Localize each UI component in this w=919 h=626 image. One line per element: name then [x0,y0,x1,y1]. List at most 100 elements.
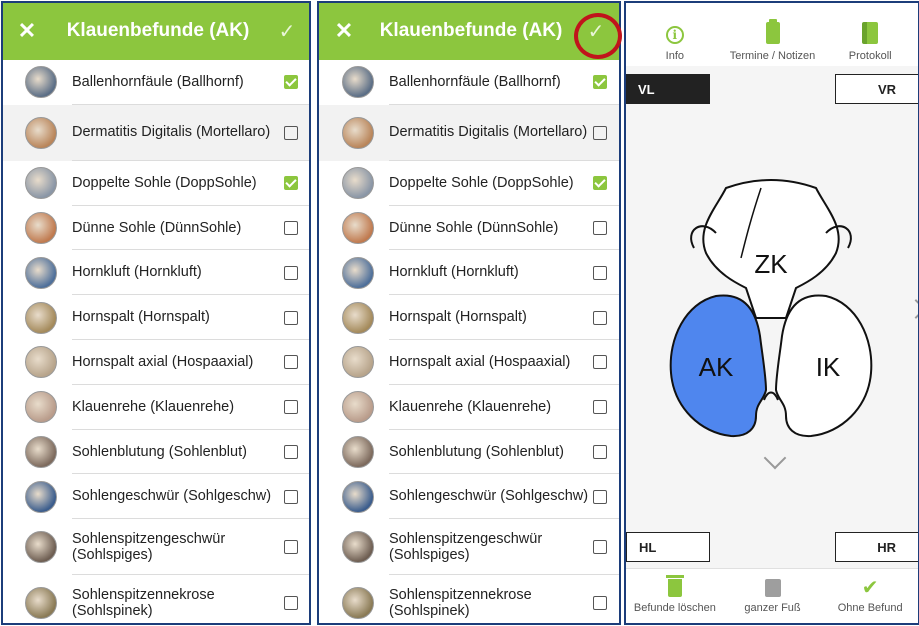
list-item[interactable]: Dermatitis Digitalis (Mortellaro) [319,104,619,161]
finding-checkbox[interactable] [284,540,298,555]
list-item[interactable]: Hornspalt (Hornspalt) [319,295,619,340]
findings-list: Ballenhornfäule (Ballhornf) Dermatitis Di… [2,60,310,624]
finding-label: Doppelte Sohle (DoppSohle) [389,174,574,191]
list-item[interactable]: Sohlenspitzennekrose (Sohlspinek) [319,575,619,624]
list-item[interactable]: Klauenrehe (Klauenrehe) [2,385,310,430]
finding-thumbnail [342,116,374,149]
zone-label-ik: IK [816,352,841,382]
chevron-right-icon[interactable] [906,299,919,319]
list-item[interactable]: Sohlenblutung (Sohlenblut) [2,430,310,475]
confirm-check-icon[interactable]: ✓ [573,19,619,44]
hoof-canvas: VL VR ZK AK IK HL HR [626,66,919,568]
list-item[interactable]: Sohlenspitzengeschwür (Sohlspiges) [2,519,310,576]
close-icon[interactable]: ✕ [319,18,369,44]
tab-label: Termine / Notizen [729,50,816,62]
finding-checkbox[interactable] [284,355,298,370]
finding-label: Hornkluft (Hornkluft) [389,264,519,281]
finding-thumbnail [25,116,57,149]
finding-checkbox[interactable] [284,489,298,504]
finding-checkbox[interactable] [593,75,607,90]
finding-label: Dermatitis Digitalis (Mortellaro) [72,124,271,141]
info-icon: i [665,26,684,44]
findings-screen-1: ✕ Klauenbefunde (AK) ✓ Ballenhornfäule (… [2,2,310,624]
finding-checkbox[interactable] [284,220,298,235]
finding-checkbox[interactable] [593,355,607,370]
whole-foot-button[interactable]: ganzer Fuß [724,569,822,624]
finding-thumbnail [342,435,374,468]
list-item[interactable]: Ballenhornfäule (Ballhornf) [319,60,619,105]
finding-checkbox[interactable] [593,220,607,235]
finding-checkbox[interactable] [593,596,607,611]
top-tabs: i Info Termine / Notizen Protokoll [626,2,919,66]
tab-label: Protokoll [848,50,892,62]
zone-label-zk: ZK [754,249,788,279]
list-item[interactable]: Sohlenblutung (Sohlenblut) [319,430,619,475]
finding-checkbox[interactable] [593,400,607,415]
finding-label: Sohlenspitzennekrose (Sohlspinek) [389,586,532,620]
list-item[interactable]: Dünne Sohle (DünnSohle) [2,206,310,251]
finding-label: Sohlenspitzengeschwür (Sohlspiges) [389,530,543,564]
tab-protocol[interactable]: Protokoll [821,2,919,66]
finding-label: Ballenhornfäule (Ballhornf) [389,74,561,91]
list-item[interactable]: Sohlenspitzengeschwür (Sohlspiges) [319,519,619,576]
list-item[interactable]: Doppelte Sohle (DoppSohle) [319,161,619,206]
finding-checkbox[interactable] [284,310,298,325]
finding-checkbox[interactable] [593,540,607,555]
finding-label: Sohlenspitzennekrose (Sohlspinek) [72,586,215,620]
finding-checkbox[interactable] [284,400,298,415]
finding-label: Hornspalt (Hornspalt) [389,309,527,326]
finding-checkbox[interactable] [284,596,298,611]
finding-checkbox[interactable] [593,176,607,191]
finding-checkbox[interactable] [593,444,607,459]
list-item[interactable]: Sohlenspitzennekrose (Sohlspinek) [2,575,310,624]
close-icon[interactable]: ✕ [2,18,52,44]
list-item[interactable]: Hornkluft (Hornkluft) [2,250,310,296]
finding-label: Sohlengeschwür (Sohlgeschw) [72,488,272,505]
tab-info[interactable]: i Info [626,2,724,66]
list-item[interactable]: Sohlengeschwür (Sohlgeschw) [319,474,619,520]
list-item[interactable]: Hornspalt (Hornspalt) [2,295,310,340]
corner-hr-button[interactable]: HR [835,532,919,562]
confirm-check-icon[interactable]: ✓ [264,19,310,44]
list-item[interactable]: Hornspalt axial (Hospaaxial) [2,340,310,385]
list-item[interactable]: Sohlengeschwür (Sohlgeschw) [2,474,310,520]
double-check-icon: ✔ [861,577,879,599]
finding-checkbox[interactable] [593,125,607,140]
corner-hl-button[interactable]: HL [626,532,710,562]
hoof-diagram-screen: i Info Termine / Notizen Protokoll VL VR… [626,2,919,624]
finding-thumbnail [342,480,374,513]
finding-checkbox[interactable] [593,489,607,504]
finding-thumbnail [25,66,57,99]
finding-checkbox[interactable] [284,125,298,140]
list-item[interactable]: Dünne Sohle (DünnSohle) [319,206,619,251]
finding-thumbnail [25,346,57,379]
finding-checkbox[interactable] [284,444,298,459]
no-findings-button[interactable]: ✔ Ohne Befund [821,569,919,624]
bottom-action-bar: Befunde löschen ganzer Fuß ✔ Ohne Befund [626,568,919,624]
finding-checkbox[interactable] [284,176,298,191]
list-item[interactable]: Ballenhornfäule (Ballhornf) [2,60,310,105]
finding-checkbox[interactable] [284,75,298,90]
finding-label: Hornkluft (Hornkluft) [72,264,202,281]
corner-vl-button[interactable]: VL [626,74,710,104]
finding-label: Dermatitis Digitalis (Mortellaro) [389,124,588,141]
list-item[interactable]: Klauenrehe (Klauenrehe) [319,385,619,430]
finding-label: Doppelte Sohle (DoppSohle) [72,174,257,191]
finding-label: Klauenrehe (Klauenrehe) [72,398,235,415]
finding-thumbnail [25,256,57,289]
finding-checkbox[interactable] [593,310,607,325]
chevron-down-icon[interactable] [763,446,787,470]
finding-thumbnail [342,587,374,620]
list-item[interactable]: Doppelte Sohle (DoppSohle) [2,161,310,206]
corner-vr-button[interactable]: VR [835,74,919,104]
delete-findings-button[interactable]: Befunde löschen [626,569,724,624]
tab-appointments-notes[interactable]: Termine / Notizen [724,2,822,66]
list-item[interactable]: Dermatitis Digitalis (Mortellaro) [2,104,310,161]
list-item[interactable]: Hornspalt axial (Hospaaxial) [319,340,619,385]
finding-label: Klauenrehe (Klauenrehe) [389,398,552,415]
finding-thumbnail [342,346,374,379]
list-item[interactable]: Hornkluft (Hornkluft) [319,250,619,296]
finding-checkbox[interactable] [593,265,607,280]
finding-checkbox[interactable] [284,265,298,280]
findings-list: Ballenhornfäule (Ballhornf) Dermatitis Di… [319,60,619,624]
